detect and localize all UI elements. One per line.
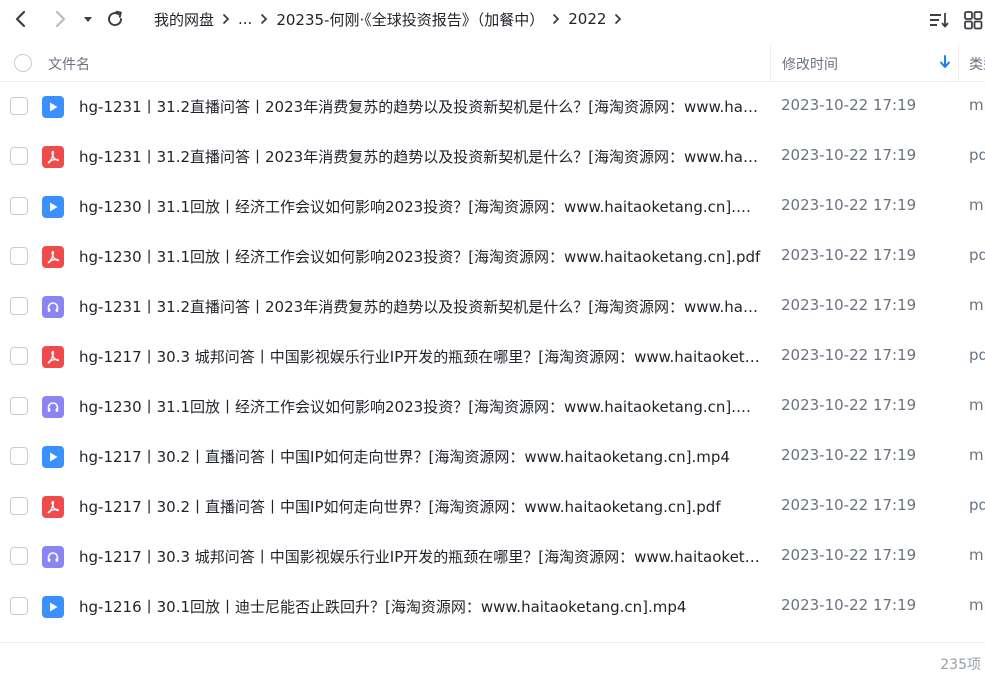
file-row[interactable]: hg-1230丨31.1回放丨经济工作会议如何影响2023投资？[海淘资源网：w… (0, 382, 985, 432)
file-name[interactable]: hg-1231丨31.2直播问答丨2023年消费复苏的趋势以及投资新契机是什么？… (79, 146, 761, 167)
refresh-icon (108, 10, 123, 27)
file-mtime: 2023-10-22 17:19 (781, 146, 917, 164)
file-row[interactable]: hg-1231丨31.2直播问答丨2023年消费复苏的趋势以及投资新契机是什么？… (0, 282, 985, 332)
file-row[interactable]: hg-1217丨30.2丨直播问答丨中国IP如何走向世界？[海淘资源网：www.… (0, 482, 985, 532)
chevron-right-icon (55, 10, 66, 28)
chevron-right-icon (544, 11, 568, 27)
column-header-mtime[interactable]: 修改时间 (770, 44, 958, 81)
file-name[interactable]: hg-1217丨30.2丨直播问答丨中国IP如何走向世界？[海淘资源网：www.… (79, 496, 761, 517)
file-name[interactable]: hg-1217丨30.3 城邦问答丨中国影视娱乐行业IP开发的瓶颈在哪里？[海淘… (79, 546, 761, 567)
audio-file-icon (42, 396, 64, 418)
file-mtime: 2023-10-22 17:19 (781, 446, 917, 464)
row-checkbox[interactable] (10, 247, 28, 265)
file-type: pdf (969, 246, 985, 264)
file-name[interactable]: hg-1231丨31.2直播问答丨2023年消费复苏的趋势以及投资新契机是什么？… (79, 96, 761, 117)
pdf-file-icon (42, 346, 64, 368)
status-bar: 235项 (0, 642, 985, 677)
pdf-file-icon (42, 246, 64, 268)
column-header-mtime-label: 修改时间 (782, 57, 838, 73)
breadcrumb-item-current[interactable]: 2022 (568, 10, 606, 28)
file-mtime: 2023-10-22 17:19 (781, 596, 917, 614)
file-type: pdf (969, 496, 985, 514)
row-checkbox[interactable] (10, 597, 28, 615)
sort-list-icon (930, 13, 949, 28)
pdf-file-icon (42, 146, 64, 168)
forward-button[interactable] (47, 6, 73, 32)
file-row[interactable]: hg-1231丨31.2直播问答丨2023年消费复苏的趋势以及投资新契机是什么？… (0, 82, 985, 132)
row-checkbox[interactable] (10, 147, 28, 165)
file-name[interactable]: hg-1217丨30.2丨直播问答丨中国IP如何走向世界？[海淘资源网：www.… (79, 446, 761, 467)
file-type: pdf (969, 346, 985, 364)
file-mtime: 2023-10-22 17:19 (781, 296, 917, 314)
column-header-type[interactable]: 类型 (958, 44, 985, 81)
sort-button[interactable] (928, 9, 950, 31)
file-mtime: 2023-10-22 17:19 (781, 496, 917, 514)
caret-down-icon (84, 17, 92, 22)
select-all-checkbox[interactable] (14, 54, 32, 72)
file-row[interactable]: hg-1230丨31.1回放丨经济工作会议如何影响2023投资？[海淘资源网：w… (0, 182, 985, 232)
file-mtime: 2023-10-22 17:19 (781, 396, 917, 414)
video-file-icon (42, 196, 64, 218)
back-button[interactable] (8, 6, 34, 32)
video-file-icon (42, 96, 64, 118)
file-name[interactable]: hg-1231丨31.2直播问答丨2023年消费复苏的趋势以及投资新契机是什么？… (79, 296, 761, 317)
file-list-header: 文件名 修改时间 类型 (0, 44, 985, 82)
item-count: 235项 (940, 657, 981, 673)
row-checkbox[interactable] (10, 397, 28, 415)
row-checkbox[interactable] (10, 497, 28, 515)
audio-file-icon (42, 546, 64, 568)
toolbar: 我的网盘 ... 20235-何刚·《全球投资报告》（加餐中） 2022 (0, 0, 985, 40)
row-checkbox[interactable] (10, 347, 28, 365)
grid-view-button[interactable] (962, 9, 984, 31)
row-checkbox[interactable] (10, 447, 28, 465)
audio-file-icon (42, 296, 64, 318)
file-type: mp4 (969, 96, 985, 114)
arrow-down-icon (940, 55, 950, 68)
file-type: pdf (969, 146, 985, 164)
file-type: mp3 (969, 546, 985, 564)
column-header-name[interactable]: 文件名 (48, 54, 90, 74)
file-row[interactable]: hg-1217丨30.3 城邦问答丨中国影视娱乐行业IP开发的瓶颈在哪里？[海淘… (0, 532, 985, 582)
file-type: mp4 (969, 196, 985, 214)
chevron-right-icon (214, 11, 238, 27)
file-mtime: 2023-10-22 17:19 (781, 96, 917, 114)
row-checkbox[interactable] (10, 197, 28, 215)
file-name[interactable]: hg-1230丨31.1回放丨经济工作会议如何影响2023投资？[海淘资源网：w… (79, 396, 761, 417)
file-mtime: 2023-10-22 17:19 (781, 196, 917, 214)
grid-view-icon (964, 11, 983, 30)
history-dropdown-button[interactable] (78, 6, 98, 32)
pdf-file-icon (42, 496, 64, 518)
file-row[interactable]: hg-1217丨30.2丨直播问答丨中国IP如何走向世界？[海淘资源网：www.… (0, 432, 985, 482)
file-name[interactable]: hg-1230丨31.1回放丨经济工作会议如何影响2023投资？[海淘资源网：w… (79, 196, 761, 217)
file-row[interactable]: hg-1231丨31.2直播问答丨2023年消费复苏的趋势以及投资新契机是什么？… (0, 132, 985, 182)
breadcrumb-item-root[interactable]: 我的网盘 (154, 9, 214, 30)
chevron-right-icon (252, 11, 276, 27)
video-file-icon (42, 596, 64, 618)
file-row[interactable]: hg-1217丨30.3 城邦问答丨中国影视娱乐行业IP开发的瓶颈在哪里？[海淘… (0, 332, 985, 382)
file-mtime: 2023-10-22 17:19 (781, 246, 917, 264)
file-name[interactable]: hg-1217丨30.3 城邦问答丨中国影视娱乐行业IP开发的瓶颈在哪里？[海淘… (79, 346, 761, 367)
row-checkbox[interactable] (10, 547, 28, 565)
file-type: mp4 (969, 596, 985, 614)
refresh-button[interactable] (102, 6, 128, 32)
file-type: mp3 (969, 396, 985, 414)
file-list: hg-1231丨31.2直播问答丨2023年消费复苏的趋势以及投资新契机是什么？… (0, 82, 985, 632)
file-type: mp3 (969, 296, 985, 314)
chevron-left-icon (15, 10, 26, 28)
row-checkbox[interactable] (10, 97, 28, 115)
file-row[interactable]: hg-1230丨31.1回放丨经济工作会议如何影响2023投资？[海淘资源网：w… (0, 232, 985, 282)
file-mtime: 2023-10-22 17:19 (781, 546, 917, 564)
file-row[interactable]: hg-1216丨30.1回放丨迪士尼能否止跌回升？[海淘资源网：www.hait… (0, 582, 985, 632)
breadcrumb-item-folder[interactable]: 20235-何刚·《全球投资报告》（加餐中） (276, 9, 544, 30)
column-header-type-label: 类型 (969, 57, 985, 73)
file-name[interactable]: hg-1216丨30.1回放丨迪士尼能否止跌回升？[海淘资源网：www.hait… (79, 596, 761, 617)
row-checkbox[interactable] (10, 297, 28, 315)
file-name[interactable]: hg-1230丨31.1回放丨经济工作会议如何影响2023投资？[海淘资源网：w… (79, 246, 761, 267)
breadcrumb-item-ellipsis[interactable]: ... (238, 10, 252, 28)
file-mtime: 2023-10-22 17:19 (781, 346, 917, 364)
breadcrumb: 我的网盘 ... 20235-何刚·《全球投资报告》（加餐中） 2022 (154, 0, 630, 38)
video-file-icon (42, 446, 64, 468)
file-type: mp4 (969, 446, 985, 464)
chevron-right-icon[interactable] (606, 11, 630, 27)
